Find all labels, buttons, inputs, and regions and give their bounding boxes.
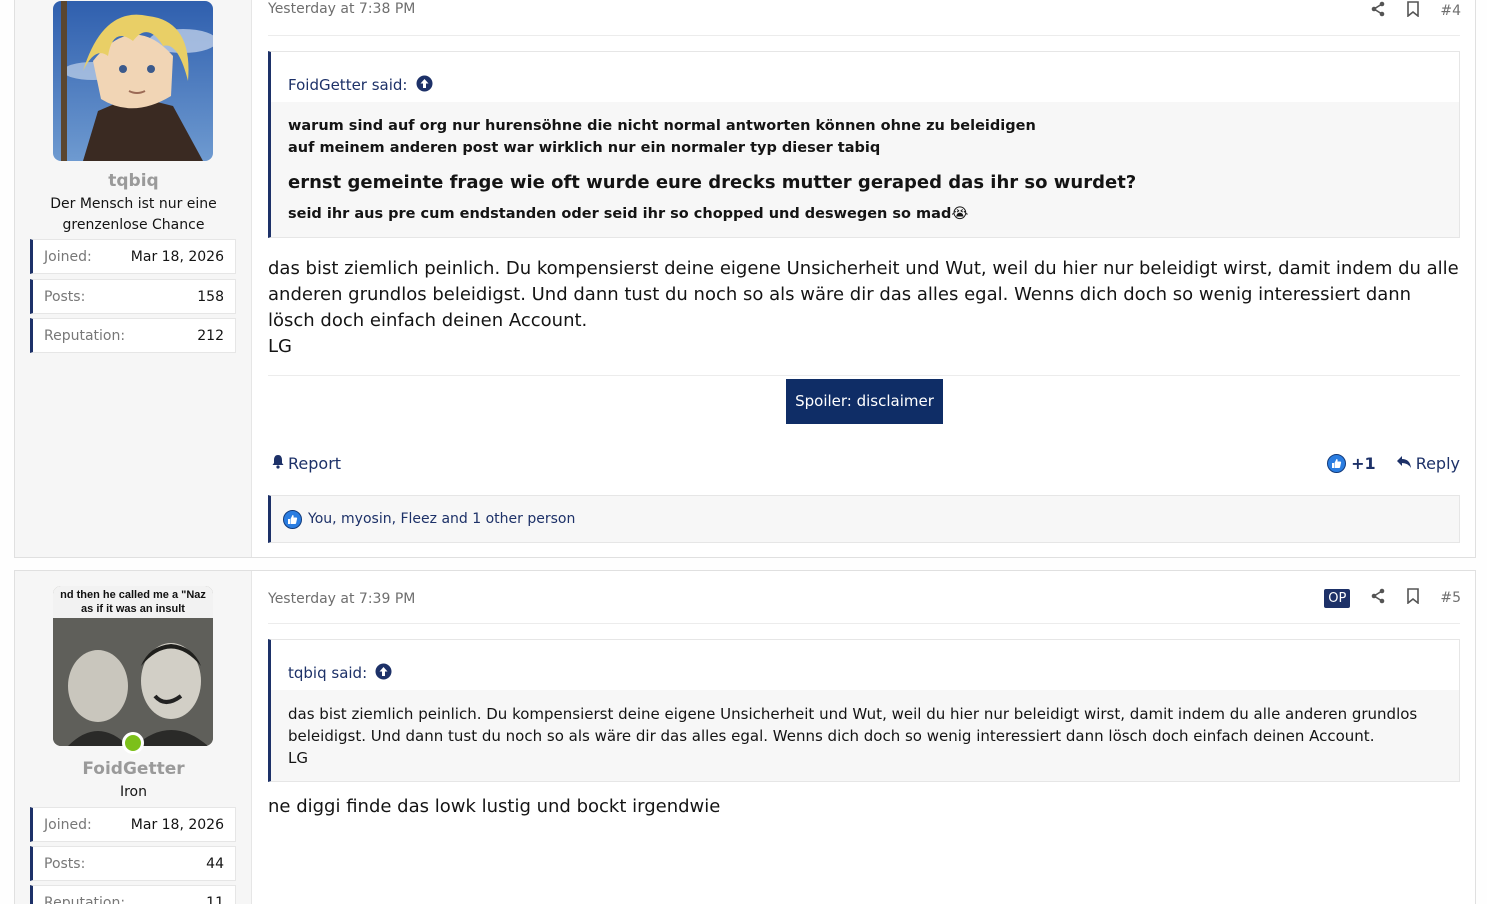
reactions-text[interactable]: You, myosin, Fleez and 1 other person — [308, 511, 575, 527]
post-main: Yesterday at 7:39 PM OP #5 tqbiq said: d… — [253, 571, 1475, 904]
like-icon[interactable] — [1327, 454, 1347, 473]
post-main: Yesterday at 7:38 PM #4 FoidGetter said:… — [253, 0, 1475, 557]
reaction-row: +1 Reply — [1327, 454, 1460, 473]
arrow-up-circle-icon[interactable] — [375, 663, 392, 684]
quote-block: tqbiq said: das bist ziemlich peinlich. … — [268, 639, 1460, 782]
bell-icon — [271, 454, 285, 473]
post-4: tqbiq Der Mensch ist nur eine grenzenlos… — [14, 0, 1476, 558]
spoiler-button[interactable]: Spoiler: disclaimer — [786, 379, 943, 424]
stat-value: Mar 18, 2026 — [130, 817, 224, 833]
quote-attribution[interactable]: tqbiq said: — [271, 640, 1459, 690]
stat-joined: Joined: Mar 18, 2026 — [30, 807, 236, 842]
avatar[interactable] — [53, 1, 213, 161]
stat-value: 212 — [197, 328, 224, 344]
quote-block: FoidGetter said: warum sind auf org nur … — [268, 51, 1460, 238]
quote-attribution[interactable]: FoidGetter said: — [271, 52, 1459, 102]
post-date[interactable]: Yesterday at 7:39 PM — [268, 591, 415, 607]
stat-label: Reputation: — [44, 895, 126, 904]
divider — [268, 35, 1460, 36]
reaction-summary[interactable]: +1 — [1327, 454, 1376, 473]
reply-button[interactable]: Reply — [1396, 454, 1460, 473]
avatar[interactable]: nd then he called me a "Naz as if it was… — [53, 586, 213, 746]
stat-reputation: Reputation: 11 — [30, 885, 236, 904]
stat-joined: Joined: Mar 18, 2026 — [30, 239, 236, 274]
report-link[interactable]: Report — [271, 454, 341, 473]
stat-label: Joined: — [44, 817, 92, 833]
divider — [268, 375, 1460, 376]
quote-line-text: seid ihr aus pre cum endstanden oder sei… — [288, 206, 952, 222]
post-tools: OP #5 — [1324, 588, 1461, 608]
quote-line: LG — [288, 749, 308, 767]
post-number[interactable]: #4 — [1440, 3, 1461, 19]
stat-reputation: Reputation: 212 — [30, 318, 236, 353]
quote-body: das bist ziemlich peinlich. Du kompensie… — [271, 690, 1459, 781]
share-icon[interactable] — [1370, 588, 1386, 608]
reaction-count[interactable]: +1 — [1351, 454, 1376, 473]
quote-author[interactable]: FoidGetter said: — [288, 76, 408, 94]
quote-line: seid ihr aus pre cum endstanden oder sei… — [288, 203, 1442, 225]
post-tools: #4 — [1370, 1, 1461, 21]
stat-label: Reputation: — [44, 328, 126, 344]
online-status-indicator — [122, 732, 144, 754]
stat-value: 44 — [206, 856, 224, 872]
post-body-line: LG — [268, 336, 292, 357]
stat-posts: Posts: 158 — [30, 279, 236, 314]
username[interactable]: FoidGetter — [15, 759, 252, 779]
user-title: Iron — [119, 784, 147, 800]
post-number[interactable]: #5 — [1440, 590, 1461, 606]
share-icon[interactable] — [1370, 1, 1386, 21]
user-title: Der Mensch ist nur eine grenzenlose Chan… — [50, 196, 217, 233]
quote-line: auf meinem anderen post war wirklich nur… — [288, 140, 881, 156]
quote-body: warum sind auf org nur hurensöhne die ni… — [271, 102, 1459, 237]
quote-big-line: ernst gemeinte frage wie oft wurde eure … — [288, 172, 1137, 193]
post-body: ne diggi finde das lowk lustig und bockt… — [268, 796, 721, 817]
op-badge: OP — [1324, 588, 1351, 608]
report-label[interactable]: Report — [288, 454, 341, 473]
stat-value: 158 — [197, 289, 224, 305]
user-sidebar: tqbiq Der Mensch ist nur eine grenzenlos… — [15, 0, 252, 557]
stat-posts: Posts: 44 — [30, 846, 236, 881]
stat-label: Joined: — [44, 249, 92, 265]
post-5: nd then he called me a "Naz as if it was… — [14, 570, 1476, 904]
stat-label: Posts: — [44, 856, 86, 872]
bookmark-icon[interactable] — [1406, 588, 1420, 608]
post-date[interactable]: Yesterday at 7:38 PM — [268, 1, 415, 17]
stat-value: Mar 18, 2026 — [130, 249, 224, 265]
user-sidebar: nd then he called me a "Naz as if it was… — [15, 571, 252, 904]
avatar-caption: nd then he called me a "Naz — [60, 589, 206, 601]
quote-line: warum sind auf org nur hurensöhne die ni… — [288, 118, 1036, 134]
bookmark-icon[interactable] — [1406, 1, 1420, 21]
reply-label[interactable]: Reply — [1416, 454, 1460, 473]
reactions-bar[interactable]: You, myosin, Fleez and 1 other person — [268, 495, 1460, 543]
quote-line: das bist ziemlich peinlich. Du kompensie… — [288, 705, 1418, 745]
quote-author[interactable]: tqbiq said: — [288, 664, 367, 682]
post-body: das bist ziemlich peinlich. Du kompensie… — [268, 256, 1463, 360]
divider — [268, 623, 1460, 624]
crying-emoji-icon: 😭 — [951, 206, 969, 222]
stat-value: 11 — [206, 895, 224, 904]
avatar-caption: as if it was an insult — [81, 603, 185, 615]
post-body-line: das bist ziemlich peinlich. Du kompensie… — [268, 258, 1459, 331]
arrow-up-circle-icon[interactable] — [416, 75, 433, 96]
username[interactable]: tqbiq — [15, 171, 252, 191]
stat-label: Posts: — [44, 289, 86, 305]
reply-icon — [1396, 454, 1412, 473]
like-icon — [283, 509, 302, 529]
